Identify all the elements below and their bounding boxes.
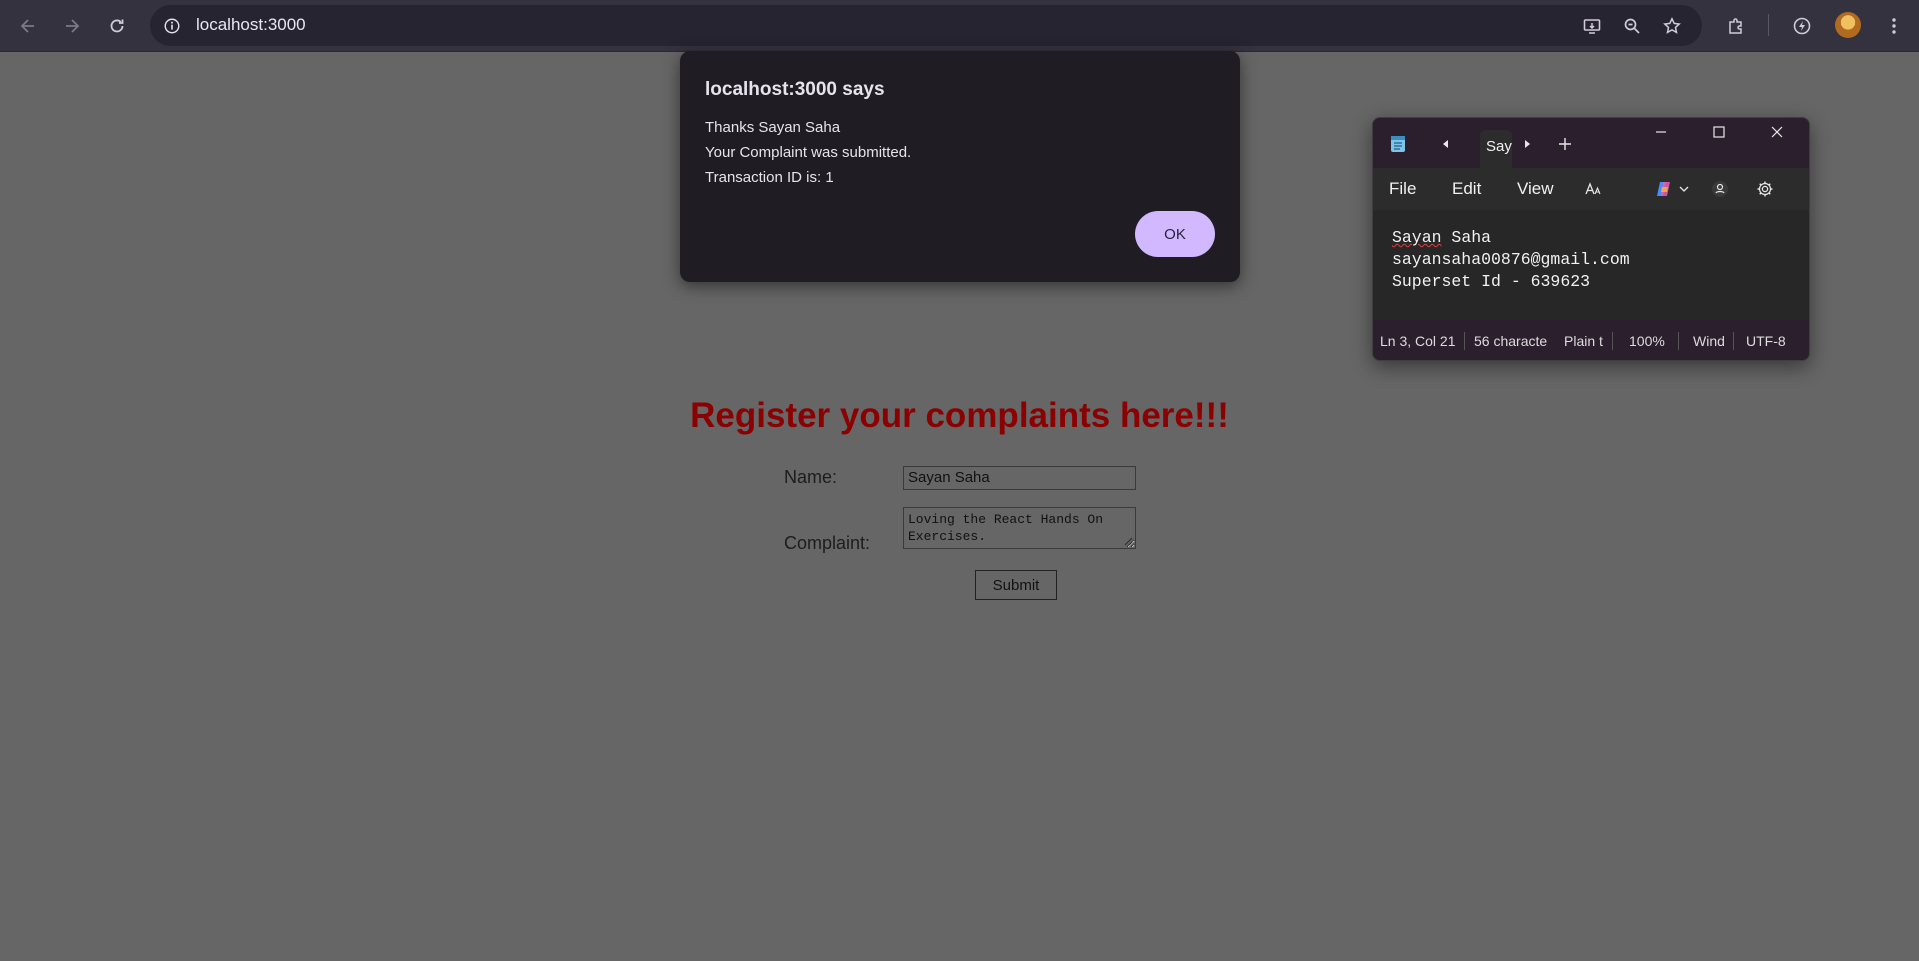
notepad-statusbar: Ln 3, Col 21 56 characte Plain t 100% Wi… bbox=[1373, 320, 1809, 360]
extensions-icon[interactable] bbox=[1722, 12, 1750, 40]
copilot-icon[interactable] bbox=[1653, 178, 1675, 200]
dialog-title: localhost:3000 says bbox=[705, 79, 885, 100]
bookmark-star-icon[interactable] bbox=[1658, 12, 1686, 40]
status-divider bbox=[1678, 332, 1679, 350]
forward-arrow-icon[interactable] bbox=[58, 12, 86, 40]
address-bar[interactable]: localhost:3000 bbox=[150, 5, 1702, 46]
profile-avatar[interactable] bbox=[1835, 12, 1861, 38]
chevron-down-icon[interactable] bbox=[1677, 180, 1691, 198]
status-divider bbox=[1464, 332, 1465, 350]
status-zoom[interactable]: 100% bbox=[1629, 333, 1669, 349]
name-input[interactable]: Sayan Saha bbox=[903, 466, 1136, 490]
performance-icon[interactable] bbox=[1788, 12, 1816, 40]
font-format-icon[interactable] bbox=[1583, 179, 1603, 199]
settings-gear-icon[interactable] bbox=[1754, 178, 1776, 200]
minimize-icon[interactable] bbox=[1651, 122, 1671, 142]
notepad-app-icon bbox=[1389, 134, 1407, 154]
install-app-icon[interactable] bbox=[1578, 12, 1606, 40]
tab-scroll-right-icon[interactable] bbox=[1519, 136, 1535, 152]
submit-button[interactable]: Submit bbox=[975, 570, 1057, 600]
menu-view[interactable]: View bbox=[1517, 179, 1554, 199]
toolbar-divider bbox=[1768, 14, 1769, 36]
more-menu-icon[interactable] bbox=[1880, 12, 1908, 40]
tab-scroll-left-icon[interactable] bbox=[1438, 136, 1454, 152]
dialog-message-line: Transaction ID is: 1 bbox=[705, 169, 834, 186]
notepad-menubar: File Edit View bbox=[1373, 168, 1809, 210]
browser-toolbar: localhost:3000 bbox=[0, 0, 1919, 52]
textarea-resize-handle[interactable] bbox=[1123, 536, 1133, 546]
page-title: Register your complaints here!!! bbox=[690, 396, 1229, 435]
status-char-count: 56 characte bbox=[1474, 333, 1548, 349]
text-line-fragment: Saha bbox=[1441, 228, 1492, 247]
status-divider bbox=[1612, 332, 1613, 350]
notepad-titlebar: Say bbox=[1373, 118, 1809, 168]
status-format[interactable]: Plain t bbox=[1564, 333, 1608, 349]
text-line: Superset Id - 639623 bbox=[1392, 272, 1591, 291]
close-icon[interactable] bbox=[1767, 122, 1787, 142]
complaint-textarea[interactable]: Loving the React Hands On Exercises. bbox=[903, 507, 1136, 549]
back-arrow-icon[interactable] bbox=[14, 12, 42, 40]
account-icon[interactable] bbox=[1709, 178, 1731, 200]
notepad-tab[interactable]: Say bbox=[1480, 130, 1512, 168]
ok-button[interactable]: OK bbox=[1135, 211, 1215, 257]
new-tab-plus-icon[interactable] bbox=[1555, 134, 1575, 154]
status-line-ending[interactable]: Wind bbox=[1693, 333, 1731, 349]
status-position: Ln 3, Col 21 bbox=[1380, 333, 1456, 349]
alert-dialog: localhost:3000 says Thanks Sayan Saha Yo… bbox=[680, 51, 1240, 282]
status-encoding[interactable]: UTF-8 bbox=[1746, 333, 1796, 349]
notepad-window: Say File Edit View Sayan Saha sayansaha0… bbox=[1372, 117, 1810, 361]
maximize-icon[interactable] bbox=[1709, 122, 1729, 142]
dialog-message-line: Your Complaint was submitted. bbox=[705, 144, 912, 161]
status-divider bbox=[1733, 332, 1734, 350]
site-info-icon[interactable] bbox=[160, 14, 184, 38]
text-word-misspelled: Sayan bbox=[1392, 228, 1442, 247]
name-label: Name: bbox=[784, 467, 838, 487]
text-line: sayansaha00876@gmail.com bbox=[1392, 250, 1630, 269]
complaint-label: Complaint: bbox=[784, 533, 871, 553]
dialog-message-line: Thanks Sayan Saha bbox=[705, 119, 841, 136]
menu-edit[interactable]: Edit bbox=[1452, 179, 1481, 199]
zoom-icon[interactable] bbox=[1618, 12, 1646, 40]
reload-icon[interactable] bbox=[103, 12, 131, 40]
url-text[interactable]: localhost:3000 bbox=[196, 15, 306, 35]
notepad-text-area[interactable]: Sayan Saha sayansaha00876@gmail.com Supe… bbox=[1373, 210, 1809, 320]
menu-file[interactable]: File bbox=[1389, 179, 1416, 199]
